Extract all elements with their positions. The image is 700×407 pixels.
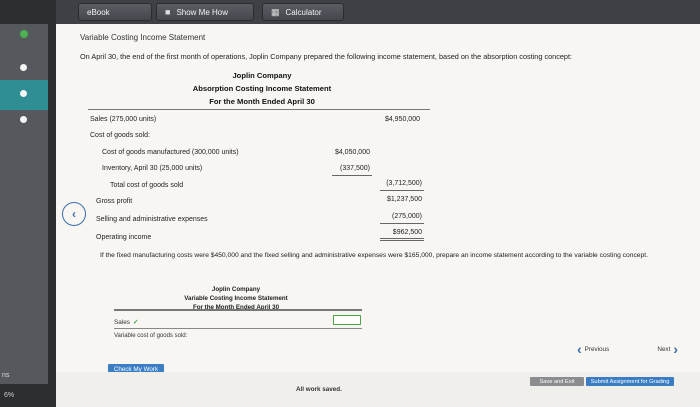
statement-period: For the Month Ended April 30	[209, 97, 315, 106]
collapse-back-button[interactable]: ‹	[62, 202, 86, 226]
answer-sales-label: Sales	[114, 319, 130, 326]
variable-cost-label: Variable cost of goods sold:	[114, 333, 188, 339]
underline	[332, 175, 372, 176]
operating-income-label: Operating income	[96, 234, 152, 241]
previous-label: Previous	[584, 345, 610, 353]
cgm-label: Cost of goods manufactured (300,000 unit…	[102, 149, 239, 156]
gross-profit-value: $1,237,500	[386, 196, 422, 203]
underline	[380, 190, 424, 191]
bottom-bar: All work saved. Save and Exit Submit Ass…	[56, 372, 700, 407]
ebook-button[interactable]: eBook	[78, 3, 152, 21]
question-nav-strip	[0, 24, 48, 384]
next-button[interactable]: Next ›	[638, 341, 678, 357]
chevron-left-icon: ‹	[72, 207, 76, 221]
selling-admin-label: Selling and administrative expenses	[96, 216, 208, 223]
answer-company: Joplin Company	[211, 286, 261, 293]
underline	[380, 223, 424, 224]
submit-assignment-button[interactable]: Submit Assignment for Grading	[586, 377, 674, 386]
answer-sales-row: Sales ✓	[114, 318, 138, 326]
question-nav-dot[interactable]	[20, 90, 27, 97]
main-content: Variable Costing Income Statement On Apr…	[56, 24, 700, 384]
sales-value: $4,950,000	[384, 116, 420, 123]
total-cogs-value: (3,712,500)	[386, 180, 422, 187]
video-icon: ■	[165, 7, 171, 17]
answer-title: Variable Costing Income Statement	[184, 295, 288, 302]
calculator-button[interactable]: ▦ Calculator	[262, 3, 344, 21]
top-toolbar: eBook ■ Show Me How ▦ Calculator	[56, 0, 700, 24]
intro-text: On April 30, the end of the first month …	[80, 52, 573, 61]
rail-label: ns	[2, 372, 10, 379]
question-nav-dot[interactable]	[20, 116, 27, 123]
total-cogs-label: Total cost of goods sold	[110, 182, 184, 189]
chevron-left-icon: ‹	[577, 341, 582, 357]
check-icon: ✓	[133, 319, 139, 326]
next-label: Next	[657, 345, 671, 353]
cogs-label: Cost of goods sold:	[90, 132, 150, 139]
show-me-how-button[interactable]: ■ Show Me How	[156, 3, 254, 21]
gross-profit-label: Gross profit	[96, 198, 133, 205]
show-me-how-label: Show Me How	[176, 7, 229, 17]
zoom-percent: 6%	[4, 392, 15, 399]
statement-title: Absorption Costing Income Statement	[192, 84, 332, 93]
statement-company: Joplin Company	[232, 71, 292, 80]
question-nav-dot[interactable]	[20, 64, 27, 71]
question-nav-dot-active[interactable]	[20, 30, 28, 38]
chevron-right-icon: ›	[673, 341, 678, 357]
operating-income-value: $962,500	[392, 229, 422, 236]
calculator-icon: ▦	[271, 6, 280, 17]
selling-admin-value: (275,000)	[392, 213, 422, 220]
cgm-value: $4,050,000	[334, 149, 370, 156]
save-status: All work saved.	[296, 386, 342, 393]
double-underline	[380, 238, 424, 241]
previous-button[interactable]: ‹ Previous	[577, 341, 627, 357]
save-and-exit-button[interactable]: Save and Exit	[530, 377, 584, 386]
answer-header-rule	[114, 309, 362, 311]
calculator-label: Calculator	[285, 7, 322, 17]
section-title: Variable Costing Income Statement	[80, 33, 206, 42]
left-rail: ns	[0, 0, 56, 407]
sales-amount-input[interactable]	[333, 315, 361, 325]
ebook-label: eBook	[87, 7, 110, 17]
sales-label: Sales (275,000 units)	[90, 116, 157, 123]
question-text: If the fixed manufacturing costs were $4…	[100, 252, 648, 259]
inventory-value: (337,500)	[340, 165, 370, 172]
inventory-label: Inventory, April 30 (25,000 units)	[102, 165, 203, 172]
underline	[114, 328, 362, 329]
statement-header-rule	[88, 109, 430, 110]
